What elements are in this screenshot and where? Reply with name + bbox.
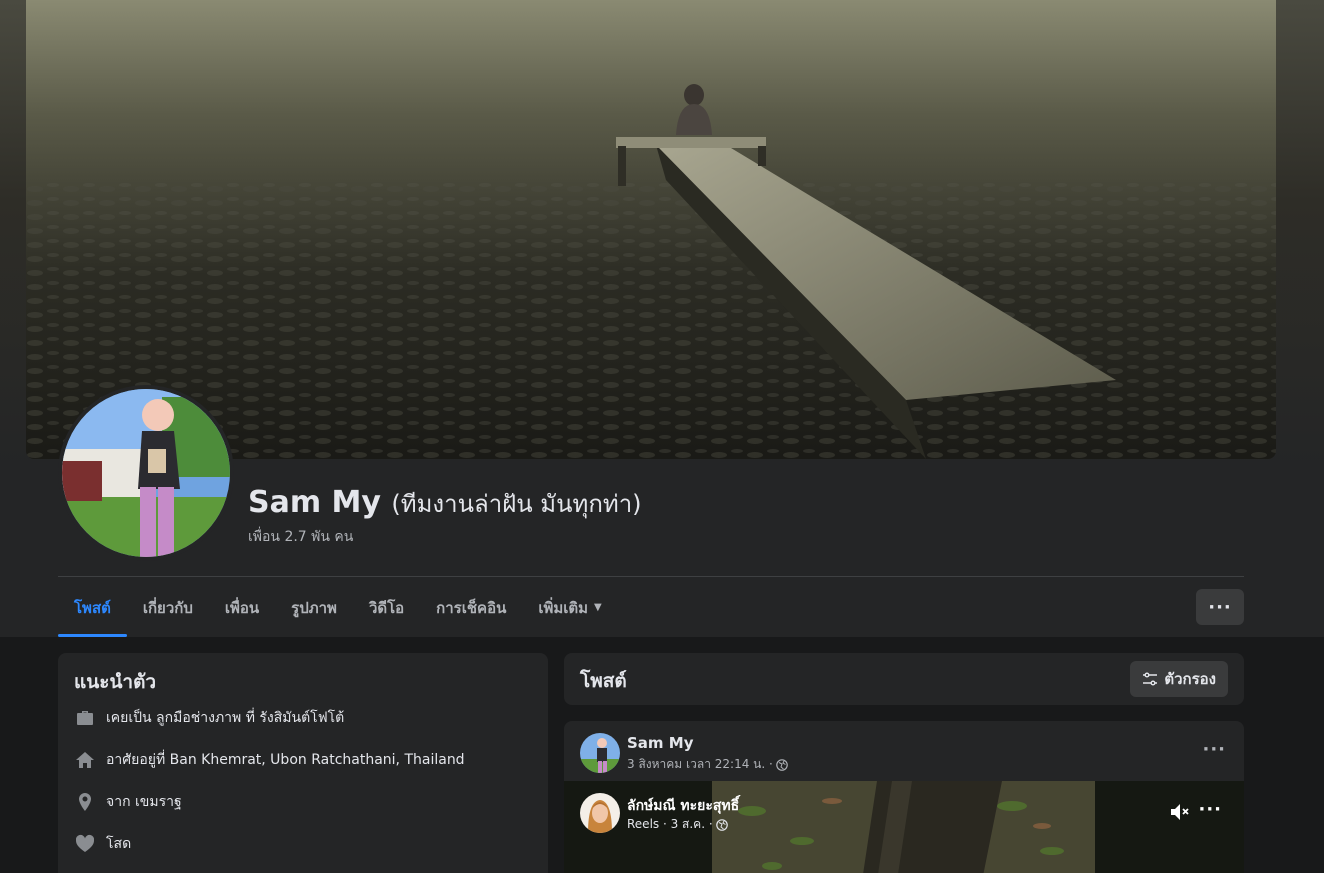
filter-button[interactable]: ตัวกรอง <box>1130 661 1228 697</box>
intro-item-work: เคยเป็น ลูกมือช่างภาพ ที่ รังสิมันต์โฟโต… <box>74 697 532 739</box>
home-icon <box>74 749 96 771</box>
intro-item-work-text: เคยเป็น ลูกมือช่างภาพ ที่ รังสิมันต์โฟโต… <box>106 710 345 726</box>
intro-item-residence: อาศัยอยู่ที่ Ban Khemrat, Ubon Ratchatha… <box>74 739 532 781</box>
profile-more-button[interactable]: ··· <box>1196 589 1244 625</box>
header-divider <box>58 576 1244 577</box>
profile-display-name: Sam My <box>248 485 381 520</box>
globe-icon <box>715 818 728 831</box>
tab-posts-label: โพสต์ <box>74 598 111 617</box>
intro-item-hometown-text: จาก เขมราฐ <box>106 794 182 810</box>
tab-friends-label: เพื่อน <box>224 598 260 617</box>
intro-item-relationship-text: โสด <box>106 836 132 852</box>
tab-more-label: เพิ่มเติม <box>538 598 589 617</box>
reel-meta: Reels · 3 ส.ค. · <box>627 815 728 834</box>
shared-reel[interactable]: ลักษ์มณี ทะยะสุทธิ์ Reels · 3 ส.ค. · ··· <box>564 781 1244 873</box>
tab-photos[interactable]: รูปภาพ <box>275 578 353 637</box>
reel-timestamp[interactable]: Reels · 3 ส.ค. · <box>627 815 713 834</box>
friends-count[interactable]: เพื่อน 2.7 พัน คน <box>248 526 353 548</box>
post-timestamp[interactable]: 3 สิงหาคม เวลา 22:14 น. · <box>627 755 773 774</box>
filter-sliders-icon <box>1143 672 1158 686</box>
tab-posts[interactable]: โพสต์ <box>58 578 127 637</box>
intro-item-hometown: จาก เขมราฐ <box>74 781 532 823</box>
tab-videos[interactable]: วิดีโอ <box>353 578 420 637</box>
intro-item-residence-text: อาศัยอยู่ที่ Ban Khemrat, Ubon Ratchatha… <box>106 752 465 768</box>
tab-friends[interactable]: เพื่อน <box>209 578 275 637</box>
briefcase-icon <box>74 707 96 729</box>
avatar-image <box>62 389 230 557</box>
profile-name: Sam My (ทีมงานล่าฝัน มันทุกท่า) <box>248 484 642 523</box>
intro-title: แนะนำตัว <box>74 671 157 693</box>
tab-about[interactable]: เกี่ยวกับ <box>127 578 209 637</box>
reel-author-name[interactable]: ลักษ์มณี ทะยะสุทธิ์ <box>627 795 739 817</box>
tab-more[interactable]: เพิ่มเติม ▼ <box>522 578 617 637</box>
more-horizontal-icon: ··· <box>1208 596 1232 618</box>
profile-alternate-name: (ทีมงานล่าฝัน มันทุกท่า) <box>391 490 642 518</box>
heart-icon <box>74 833 96 855</box>
cover-photo[interactable] <box>26 0 1276 459</box>
post-meta: 3 สิงหาคม เวลา 22:14 น. · <box>627 755 788 774</box>
tab-videos-label: วิดีโอ <box>368 598 405 617</box>
tab-checkins[interactable]: การเช็คอิน <box>420 578 522 637</box>
reel-author-avatar[interactable] <box>580 793 620 833</box>
speaker-muted-icon[interactable] <box>1168 801 1190 823</box>
profile-page: Sam My (ทีมงานล่าฝัน มันทุกท่า) เพื่อน 2… <box>0 0 1324 873</box>
reel-options-icon[interactable]: ··· <box>1198 799 1222 820</box>
tab-checkins-label: การเช็คอิน <box>436 598 507 617</box>
profile-avatar[interactable] <box>58 385 234 561</box>
post-author-name[interactable]: Sam My <box>627 734 693 752</box>
post-card: Sam My 3 สิงหาคม เวลา 22:14 น. · ··· ลัก… <box>564 721 1244 873</box>
intro-item-relationship: โสด <box>74 823 532 865</box>
location-pin-icon <box>74 791 96 813</box>
tab-about-label: เกี่ยวกับ <box>142 598 193 617</box>
intro-card: แนะนำตัว เคยเป็น ลูกมือช่างภาพ ที่ รังสิ… <box>58 653 548 873</box>
posts-title: โพสต์ <box>580 670 627 692</box>
post-options-icon[interactable]: ··· <box>1202 739 1226 760</box>
profile-tabs: โพสต์ เกี่ยวกับ เพื่อน รูปภาพ วิดีโอ การ… <box>58 578 618 637</box>
posts-header: โพสต์ ตัวกรอง <box>564 653 1244 705</box>
globe-icon <box>776 758 788 771</box>
tab-photos-label: รูปภาพ <box>291 598 337 617</box>
filter-button-label: ตัวกรอง <box>1164 670 1216 688</box>
caret-down-icon: ▼ <box>594 602 602 613</box>
post-author-avatar[interactable] <box>580 733 620 773</box>
reel-thumbnail <box>712 781 1095 873</box>
